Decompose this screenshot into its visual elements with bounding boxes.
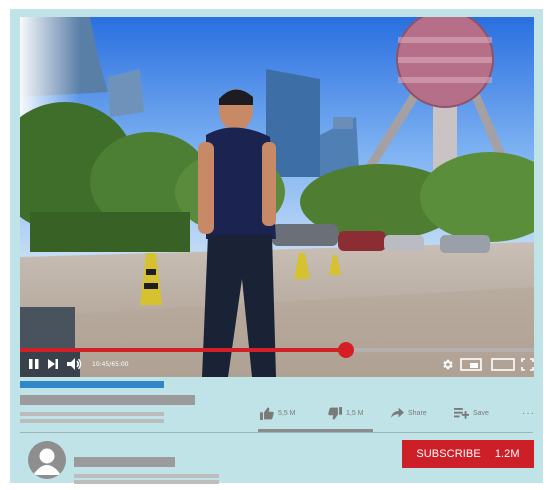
like-count: 5,5 M: [278, 409, 296, 417]
section-divider: [20, 432, 533, 433]
video-meta-placeholder: [20, 412, 164, 416]
save-button[interactable]: Save: [454, 406, 489, 420]
more-icon: ···: [522, 407, 535, 419]
channel-avatar[interactable]: [28, 441, 66, 479]
channel-name-placeholder: [74, 457, 175, 467]
like-button[interactable]: 5,5 M: [260, 406, 296, 420]
video-title-placeholder: [20, 395, 195, 405]
volume-icon[interactable]: [66, 357, 82, 371]
settings-icon[interactable]: [441, 358, 454, 371]
dislike-button[interactable]: 1,5 M: [328, 406, 364, 420]
more-actions-button[interactable]: ···: [522, 406, 535, 420]
thumbs-down-icon: [328, 406, 342, 419]
subscribe-label: SUBSCRIBE: [416, 448, 481, 460]
player-controls: 10:45/65:00: [20, 355, 534, 375]
video-meta-placeholder: [20, 419, 164, 423]
share-arrow-icon: [391, 407, 404, 418]
subscribe-button[interactable]: SUBSCRIBE 1.2M: [402, 440, 534, 468]
pause-icon[interactable]: [28, 358, 40, 370]
progress-bar[interactable]: [20, 342, 534, 358]
progress-played: [20, 348, 347, 352]
time-current: 10:45: [92, 361, 110, 368]
miniplayer-icon[interactable]: [460, 358, 482, 371]
video-page: 10:45/65:00 5,5 M 1,5 M Share Save ··· S…: [10, 9, 543, 484]
subscriber-count: 1.2M: [494, 448, 520, 460]
save-label: Save: [473, 409, 489, 417]
thumbs-up-icon: [260, 407, 274, 420]
channel-meta-placeholder: [74, 474, 219, 478]
video-category-placeholder: [20, 381, 164, 388]
theater-icon[interactable]: [491, 358, 515, 371]
time-total: 65:00: [111, 361, 129, 368]
time-display: 10:45/65:00: [92, 361, 129, 368]
share-button[interactable]: Share: [391, 406, 427, 420]
video-player[interactable]: 10:45/65:00: [20, 17, 534, 377]
add-to-playlist-icon: [454, 408, 469, 419]
video-frame: [20, 17, 534, 377]
user-icon: [33, 448, 61, 475]
channel-meta-placeholder: [74, 480, 219, 484]
dislike-count: 1,5 M: [346, 409, 364, 417]
share-label: Share: [408, 409, 427, 417]
fullscreen-icon[interactable]: [521, 358, 534, 371]
next-icon[interactable]: [47, 358, 59, 370]
